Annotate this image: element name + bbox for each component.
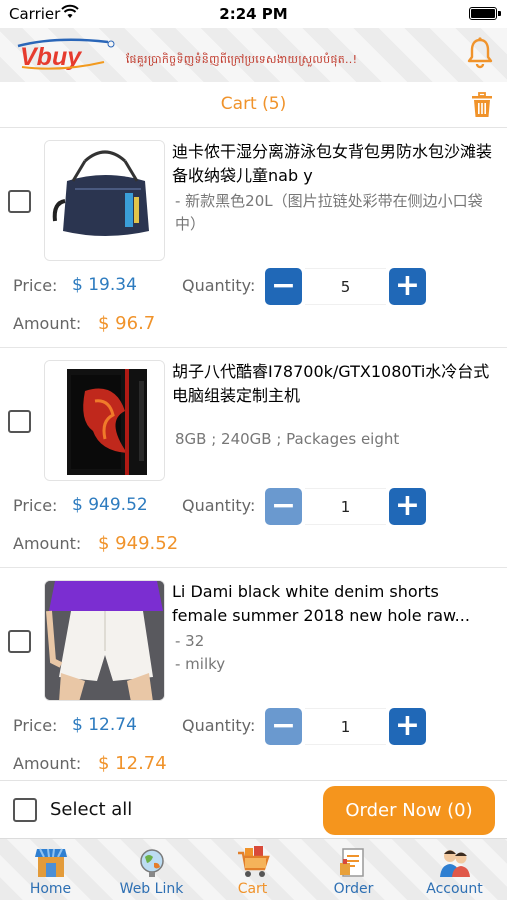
order-now-button[interactable]: Order Now (0) [323, 786, 495, 835]
product-name[interactable]: 迪卡侬干湿分离游泳包女背包男防水包沙滩装备收纳袋儿童nab y [172, 140, 494, 188]
product-image[interactable] [44, 360, 165, 481]
product-specs: - 新款黑色20L（图片拉链处彩带在侧边小口袋中） [175, 190, 495, 236]
cart-item: Li Dami black white denim shorts female … [0, 568, 507, 788]
price-label: Price: [13, 276, 58, 295]
increase-button[interactable]: + [389, 708, 426, 745]
tab-label: Account [426, 881, 483, 897]
cart-item-list: 迪卡侬干湿分离游泳包女背包男防水包沙滩装备收纳袋儿童nab y - 新款黑色20… [0, 128, 507, 788]
cart-title-bar: Cart (5) [0, 82, 507, 128]
tab-account[interactable]: Account [404, 839, 505, 900]
increase-button[interactable]: + [389, 488, 426, 525]
product-image[interactable] [44, 580, 165, 701]
trash-icon[interactable] [471, 92, 493, 118]
product-specs: - 32 - milky [175, 630, 495, 676]
store-icon [35, 848, 67, 877]
product-image[interactable] [44, 140, 165, 261]
decrease-button[interactable]: − [265, 708, 302, 745]
quantity-stepper: − 5 + [265, 268, 426, 305]
price-value: $ 19.34 [72, 275, 137, 295]
status-bar: Carrier 2:24 PM [0, 0, 507, 28]
price-value: $ 949.52 [72, 495, 148, 515]
spec-line: - 新款黑色20L（图片拉链处彩带在侧边小口袋中） [175, 192, 483, 233]
select-all-checkbox[interactable] [13, 798, 37, 822]
product-specs: 8GB ; 240GB ; Packages eight [175, 428, 495, 451]
tab-order[interactable]: Order [303, 839, 404, 900]
quantity-value[interactable]: 1 [305, 488, 386, 525]
product-name[interactable]: 胡子八代酷睿I78700k/GTX1080Ti水冷台式电脑组装定制主机 [172, 360, 494, 408]
amount-label: Amount: [13, 534, 82, 553]
tab-bar: Home Web Link Cart Order Account [0, 838, 507, 900]
price-value: $ 12.74 [72, 715, 137, 735]
spec-line: - milky [175, 655, 226, 673]
amount-label: Amount: [13, 754, 82, 773]
tab-label: Home [29, 881, 72, 897]
amount-value: $ 12.74 [98, 753, 167, 774]
decrease-button[interactable]: − [265, 488, 302, 525]
quantity-label: Quantity: [182, 716, 256, 735]
item-checkbox[interactable] [8, 630, 31, 653]
spec-line: 8GB ; 240GB ; Packages eight [175, 430, 400, 448]
battery-icon [469, 7, 497, 20]
order-bar: Select all Order Now (0) [0, 780, 507, 838]
price-label: Price: [13, 496, 58, 515]
amount-value: $ 96.7 [98, 313, 156, 334]
vbuy-logo[interactable]: Vbuy [16, 34, 116, 72]
select-all-label[interactable]: Select all [50, 799, 132, 820]
quantity-stepper: − 1 + [265, 488, 426, 525]
cart-icon [238, 846, 270, 877]
spec-line: - 32 [175, 632, 205, 650]
product-name[interactable]: Li Dami black white denim shorts female … [172, 580, 492, 628]
item-checkbox[interactable] [8, 190, 31, 213]
quantity-stepper: − 1 + [265, 708, 426, 745]
increase-button[interactable]: + [389, 268, 426, 305]
app: Carrier 2:24 PM Vbuy ផែគួរប្រាកិច្ចទិញទំ… [0, 0, 507, 900]
tab-label: Order [333, 881, 374, 897]
decrease-button[interactable]: − [265, 268, 302, 305]
clock: 2:24 PM [219, 5, 288, 23]
bell-icon[interactable] [465, 36, 495, 70]
header-tagline: ផែគួរប្រាកិច្ចទិញទំនិញពីក្រៅប្រទេសងាយស្រ… [126, 53, 358, 66]
tab-web-link[interactable]: Web Link [101, 839, 202, 900]
header-banner: Vbuy ផែគួរប្រាកិច្ចទិញទំនិញពីក្រៅប្រទេសង… [0, 28, 507, 82]
account-icon [440, 850, 470, 877]
cart-item: 迪卡侬干湿分离游泳包女背包男防水包沙滩装备收纳袋儿童nab y - 新款黑色20… [0, 128, 507, 348]
price-label: Price: [13, 716, 58, 735]
globe-icon [140, 849, 164, 877]
quantity-label: Quantity: [182, 276, 256, 295]
amount-value: $ 949.52 [98, 533, 179, 554]
tab-label: Cart [237, 881, 268, 897]
tab-label: Web Link [119, 881, 184, 897]
tab-cart[interactable]: Cart [202, 839, 303, 900]
tab-home[interactable]: Home [0, 839, 101, 900]
cart-item: 胡子八代酷睿I78700k/GTX1080Ti水冷台式电脑组装定制主机 8GB … [0, 348, 507, 568]
quantity-label: Quantity: [182, 496, 256, 515]
quantity-value[interactable]: 1 [305, 708, 386, 745]
page-title: Cart (5) [220, 94, 287, 114]
item-checkbox[interactable] [8, 410, 31, 433]
amount-label: Amount: [13, 314, 82, 333]
order-icon [340, 848, 364, 877]
quantity-value[interactable]: 5 [305, 268, 386, 305]
